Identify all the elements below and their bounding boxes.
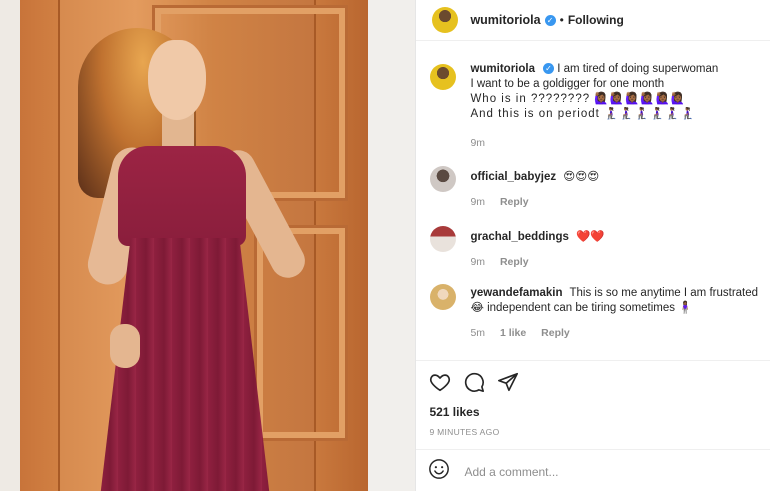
header-separator: • [559,13,564,27]
header-user-block: wumitoriola ✓ • Following [470,13,623,27]
comment-time[interactable]: 5m [470,327,485,339]
post-photo[interactable] [0,0,416,491]
figure-dress-top [118,146,246,246]
caption-meta: 9m [470,136,770,151]
comment-time[interactable]: 9m [470,256,485,268]
post-time-ago[interactable]: 9 MINUTES AGO [429,427,499,437]
comment-username[interactable]: grachal_beddings [470,231,568,243]
comment-meta: 5m 1 like Reply [470,326,770,341]
photo-right-wall [368,0,416,491]
likes-count[interactable]: 521 likes [429,405,479,419]
comment-text: ❤️❤️ [576,231,605,243]
comment-item: official_babyjez 😍😍😍 9m Reply [430,164,770,210]
figure-face [148,40,206,120]
following-button[interactable]: Following [568,13,624,27]
instagram-post-view: wumitoriola ✓ • Following wumitoriola ✓ I… [0,0,770,491]
action-icons [416,361,770,393]
add-comment-bar [416,449,770,493]
post-sidebar: wumitoriola ✓ • Following wumitoriola ✓ I… [415,0,770,491]
add-comment-input[interactable] [462,463,747,480]
avatar[interactable] [430,64,457,90]
smiley-icon[interactable] [428,458,450,485]
comment-body: grachal_beddings ❤️❤️ 9m Reply [470,224,770,270]
verified-badge-icon: ✓ [542,63,554,74]
reply-button[interactable]: Reply [541,327,570,339]
share-icon[interactable] [497,371,519,393]
avatar[interactable] [432,7,459,33]
avatar[interactable] [430,166,457,192]
post-header: wumitoriola ✓ • Following [416,0,770,41]
caption-username[interactable]: wumitoriola [470,63,535,75]
photo-woman-figure [60,28,320,491]
figure-hand [110,324,140,368]
comment-item: yewandefamakin This is so me anytime I a… [430,282,770,341]
post-actions: 521 likes 9 MINUTES AGO [416,360,770,480]
comment-username[interactable]: yewandefamakin [470,287,562,299]
caption-line: And this is on periodt 🧎🏾‍♀️🧎🏾‍♀️🧎🏾‍♀️🧎🏾… [470,108,696,120]
comment-time[interactable]: 9m [470,196,485,208]
caption-time[interactable]: 9m [470,137,485,149]
comment-meta: 9m Reply [470,195,770,210]
caption-line: I want to be a goldigger for one month [470,78,665,90]
comment-item: grachal_beddings ❤️❤️ 9m Reply [430,224,770,270]
comment-text: 😍😍😍 [563,171,600,183]
reply-button[interactable]: Reply [500,196,529,208]
avatar[interactable] [430,284,457,310]
comment-body: yewandefamakin This is so me anytime I a… [470,282,770,341]
verified-badge-icon: ✓ [544,14,556,26]
comment-icon[interactable] [463,371,485,393]
caption-body: wumitoriola ✓ I am tired of doing superwo… [470,62,770,151]
comment-username[interactable]: official_babyjez [470,171,556,183]
heart-icon[interactable] [429,371,451,393]
comment-body: official_babyjez 😍😍😍 9m Reply [470,164,770,210]
comment-likes[interactable]: 1 like [500,327,526,339]
caption-item: wumitoriola ✓ I am tired of doing superwo… [430,62,770,151]
avatar[interactable] [430,226,457,252]
comment-meta: 9m Reply [470,255,770,270]
header-username[interactable]: wumitoriola [470,13,540,27]
reply-button[interactable]: Reply [500,256,529,268]
caption-line: Who is in ???????? 🙋🏾‍♀️🙋🏾‍♀️🙋🏾‍♀️🙋🏾‍♀️🙋… [470,93,687,105]
caption-line: I am tired of doing superwoman [557,63,719,75]
